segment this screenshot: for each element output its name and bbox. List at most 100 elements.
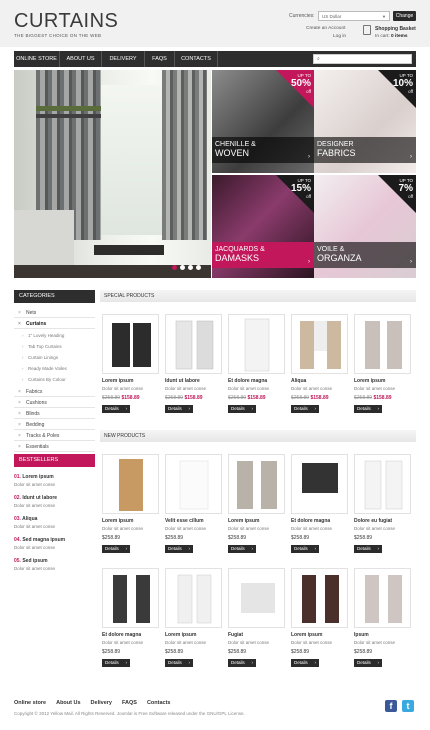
subcategory-item[interactable]: › Tab Top Curtains xyxy=(14,342,95,351)
nav-about-us[interactable]: ABOUT US xyxy=(60,51,102,67)
category-item[interactable]: × Nets xyxy=(14,308,95,318)
bestseller-item[interactable]: 04. Sed magna ipsum Dolor sit amet conse xyxy=(14,537,95,550)
bestseller-item[interactable]: 01. Lorem ipsum Dolor sit amet conse xyxy=(14,474,95,487)
product-image[interactable] xyxy=(228,314,285,374)
details-button[interactable]: Details xyxy=(291,545,319,553)
nav-faqs[interactable]: FAQS xyxy=(145,51,175,67)
slider-dot[interactable] xyxy=(180,265,185,270)
magnifier-icon[interactable]: ⌕ xyxy=(317,56,320,62)
footer-link[interactable]: Delivery xyxy=(91,700,112,706)
product-image[interactable] xyxy=(291,568,348,628)
facebook-icon[interactable]: f xyxy=(385,700,397,712)
details-button[interactable]: Details xyxy=(165,659,193,667)
price: $258.89 xyxy=(228,535,247,541)
product-price: $258.89 xyxy=(228,649,246,655)
product-image[interactable] xyxy=(165,568,222,628)
product-name[interactable]: Aliqua xyxy=(291,378,306,384)
product-name[interactable]: Lorem ipsum xyxy=(102,518,133,524)
product-name[interactable]: Lorem ipsum xyxy=(102,378,133,384)
create-account-link[interactable]: Create an Account xyxy=(306,26,345,31)
product-name[interactable]: Et dolore magna xyxy=(228,378,267,384)
footer-link[interactable]: Contacts xyxy=(147,700,171,706)
footer-link[interactable]: About Us xyxy=(56,700,80,706)
slider-dot[interactable] xyxy=(172,265,177,270)
bestseller-item[interactable]: 02. Idunt ut labore Dolor sit amet conse xyxy=(14,495,95,508)
details-button[interactable]: Details xyxy=(228,659,256,667)
product-image[interactable] xyxy=(291,454,348,514)
subcategory-item[interactable]: › Curtain Linings xyxy=(14,353,95,362)
category-item[interactable]: × Essentials xyxy=(14,442,95,452)
product-name[interactable]: Fugiat xyxy=(228,632,243,638)
details-button[interactable]: Details xyxy=(354,545,382,553)
category-item[interactable]: × Tracks & Poles xyxy=(14,431,95,441)
category-item[interactable]: × Blinds xyxy=(14,409,95,419)
promo-tile-voile[interactable]: UP TO 7% off VOILE & ORGANZA › xyxy=(314,175,416,278)
product-name[interactable]: Et dolore magna xyxy=(291,518,330,524)
slider-dot[interactable] xyxy=(196,265,201,270)
nav-contacts[interactable]: CONTACTS xyxy=(175,51,218,67)
search-input[interactable]: ⌕ xyxy=(313,54,412,64)
product-price: $258.89 $158.89 xyxy=(291,395,329,401)
nav-delivery[interactable]: DELIVERY xyxy=(102,51,145,67)
product-image[interactable] xyxy=(228,568,285,628)
slider-dot[interactable] xyxy=(188,265,193,270)
hero-slide[interactable] xyxy=(14,70,211,278)
category-item-active[interactable]: × Curtains xyxy=(14,319,95,329)
product-name[interactable]: Et dolore magna xyxy=(102,632,141,638)
product-image[interactable] xyxy=(228,454,285,514)
subcategory-item[interactable]: › 1" Lovely Heading xyxy=(14,331,95,340)
promo-tile-designer[interactable]: UP TO 10% off DESIGNER FABRICS › xyxy=(314,70,416,173)
old-price: $258.89 xyxy=(165,395,184,401)
promo-tile-chenille[interactable]: UP TO 50% off CHENILLE & WOVEN › xyxy=(212,70,314,173)
product-image[interactable] xyxy=(354,454,411,514)
details-button[interactable]: Details xyxy=(354,659,382,667)
category-item[interactable]: × Cushions xyxy=(14,398,95,408)
details-button[interactable]: Details xyxy=(291,659,319,667)
details-button[interactable]: Details xyxy=(228,405,256,413)
twitter-icon[interactable]: t xyxy=(402,700,414,712)
subcategory-item[interactable]: › Ready Made Voiles xyxy=(14,364,95,373)
category-item[interactable]: × Fabrics xyxy=(14,387,95,397)
product-image[interactable] xyxy=(354,568,411,628)
details-button[interactable]: Details xyxy=(354,405,382,413)
product-name[interactable]: Dolore eu fugiat xyxy=(354,518,392,524)
product-name[interactable]: Lorem ipsum xyxy=(354,378,385,384)
nav-online-store[interactable]: ONLINE STORE xyxy=(14,51,60,67)
promo-tile-jacquards[interactable]: UP TO 15% off JACQUARDS & DAMASKS › xyxy=(212,175,314,278)
footer-link[interactable]: Online store xyxy=(14,700,46,706)
product-name[interactable]: Lorem ipsum xyxy=(291,632,322,638)
product-name[interactable]: Lorem ipsum xyxy=(228,518,259,524)
details-button[interactable]: Details xyxy=(102,405,130,413)
subcategory-item[interactable]: › Curtains By Colour xyxy=(14,375,95,384)
bestseller-item[interactable]: 05. Sed ipsum Dolor sit amet conse xyxy=(14,558,95,571)
change-currency-button[interactable]: Change xyxy=(393,11,416,21)
product-image[interactable] xyxy=(102,568,159,628)
product-image[interactable] xyxy=(165,454,222,514)
basket-icon[interactable] xyxy=(363,25,371,35)
currency-select[interactable]: US Dollar ▼ xyxy=(318,11,390,21)
bestseller-item[interactable]: 03. Aliqua Dolor sit amet conse xyxy=(14,516,95,529)
product-image[interactable] xyxy=(354,314,411,374)
product-name[interactable]: Ipsum xyxy=(354,632,369,638)
login-link[interactable]: Log in xyxy=(333,34,346,39)
footer-link[interactable]: FAQS xyxy=(122,700,137,706)
product-name[interactable]: Lorem ipsum xyxy=(165,632,196,638)
discount-badge: UP TO 15% off xyxy=(290,178,311,199)
details-button[interactable]: Details xyxy=(165,405,193,413)
details-button[interactable]: Details xyxy=(291,405,319,413)
details-button[interactable]: Details xyxy=(228,545,256,553)
details-button[interactable]: Details xyxy=(102,545,130,553)
sofa-image xyxy=(14,210,74,265)
category-item[interactable]: × Bedding xyxy=(14,420,95,430)
product-image[interactable] xyxy=(102,454,159,514)
product-image[interactable] xyxy=(102,314,159,374)
product-name[interactable]: Idunt ut labore xyxy=(165,378,200,384)
site-logo[interactable]: CURTAINS xyxy=(14,11,118,31)
product-image[interactable] xyxy=(291,314,348,374)
details-button[interactable]: Details xyxy=(102,659,130,667)
arrow-right-icon: › xyxy=(410,154,412,160)
product-image[interactable] xyxy=(165,314,222,374)
product-name[interactable]: Velit esse cillum xyxy=(165,518,204,524)
basket-title[interactable]: Shopping Basket xyxy=(375,26,416,32)
details-button[interactable]: Details xyxy=(165,545,193,553)
